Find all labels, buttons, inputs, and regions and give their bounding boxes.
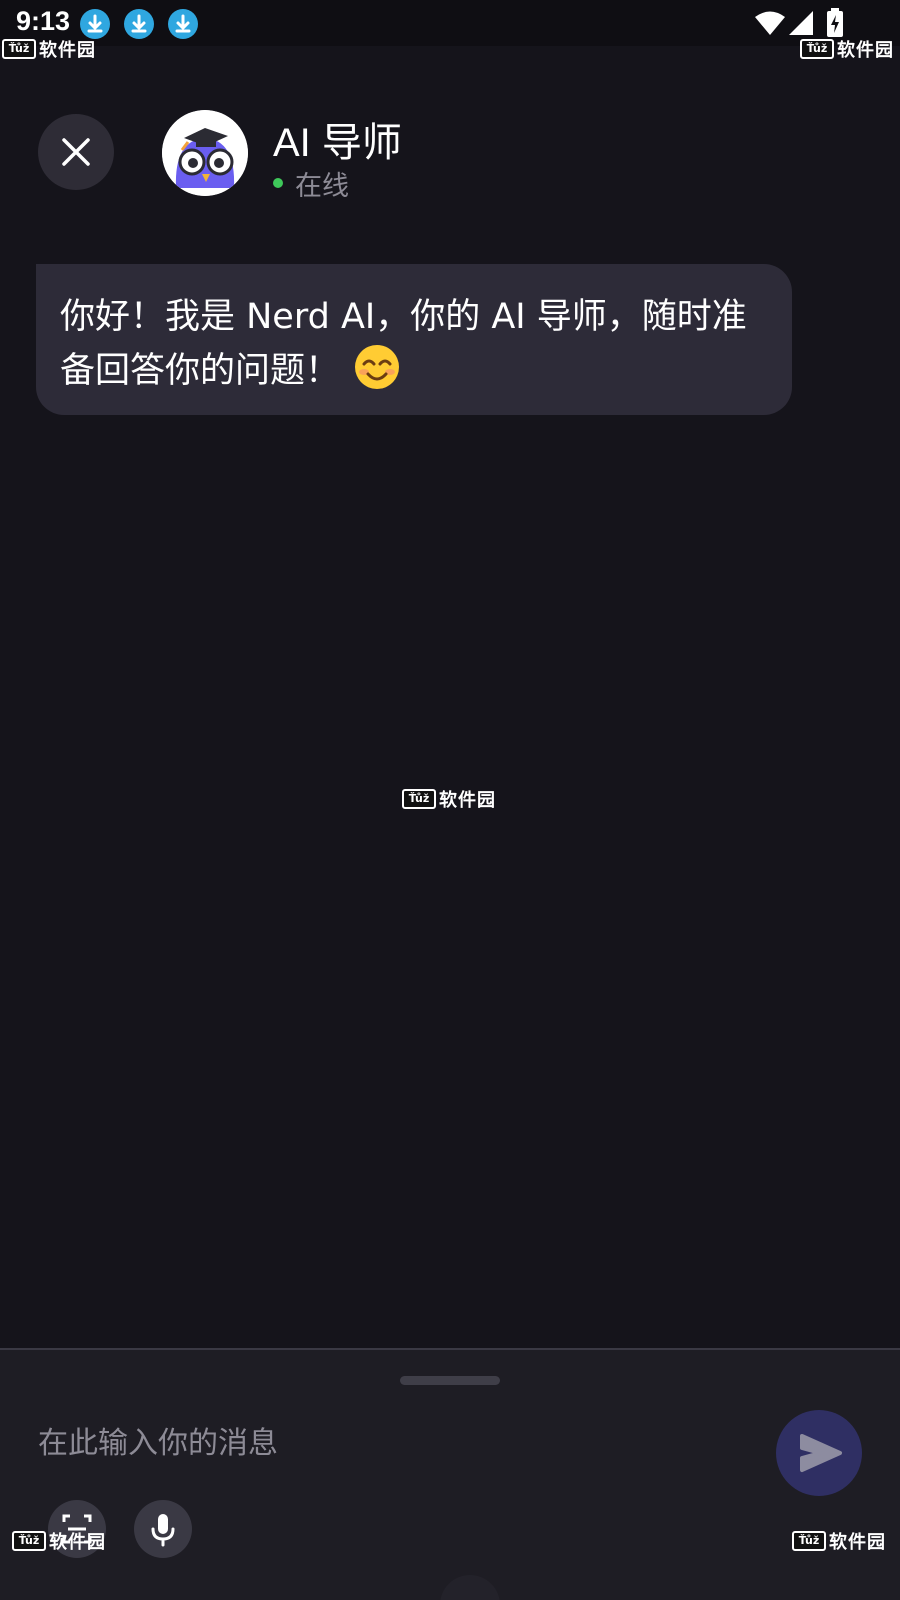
send-icon: [800, 1434, 842, 1472]
status-time: 9:13: [16, 6, 71, 36]
close-icon: [62, 138, 90, 166]
message-text: 你好！我是 Nerd AI，你的 AI 导师，随时准备回答你的问题！: [60, 297, 747, 391]
microphone-icon: [151, 1514, 175, 1547]
watermark-label: 软件园: [439, 790, 496, 811]
status-text: 在线: [295, 171, 349, 202]
watermark-label: 软件园: [39, 40, 96, 61]
download-icon: [124, 9, 154, 39]
ai-message-bubble: 你好！我是 Nerd AI，你的 AI 导师，随时准备回答你的问题！: [36, 264, 792, 415]
watermark: Ťůž 软件园: [2, 36, 96, 62]
message-input[interactable]: [38, 1418, 738, 1468]
home-indicator: [440, 1575, 500, 1600]
watermark-label: 软件园: [829, 1532, 886, 1553]
online-status-dot: [273, 178, 283, 188]
watermark-logo: Ťůž: [402, 789, 436, 809]
watermark-label: 软件园: [837, 40, 894, 61]
wifi-icon: [755, 11, 785, 35]
download-icon: [168, 9, 198, 39]
status-bar: 9:13: [0, 0, 900, 46]
message-composer: Ťůž 软件园 Ťůž 软件园: [0, 1348, 900, 1600]
download-icon: [80, 9, 110, 39]
avatar: [162, 110, 248, 196]
watermark: Ťůž 软件园: [792, 1528, 886, 1554]
battery-charging-icon: [827, 8, 843, 37]
send-button[interactable]: [776, 1410, 862, 1496]
drag-handle[interactable]: [400, 1376, 500, 1385]
watermark-logo: Ťůž: [2, 39, 36, 59]
watermark: Ťůž 软件园: [402, 786, 496, 812]
owl-tutor-avatar: [162, 110, 248, 196]
watermark-logo: Ťůž: [12, 1531, 46, 1551]
watermark-label: 软件园: [49, 1532, 106, 1553]
microphone-button[interactable]: [134, 1500, 192, 1558]
watermark-logo: Ťůž: [792, 1531, 826, 1551]
watermark-logo: Ťůž: [800, 39, 834, 59]
close-button[interactable]: [38, 114, 114, 190]
signal-icon: [789, 11, 813, 35]
smiling-face-emoji: [355, 345, 400, 389]
watermark: Ťůž 软件园: [12, 1528, 106, 1554]
page-title: AI 导师: [273, 121, 402, 165]
watermark: Ťůž 软件园: [800, 36, 894, 62]
